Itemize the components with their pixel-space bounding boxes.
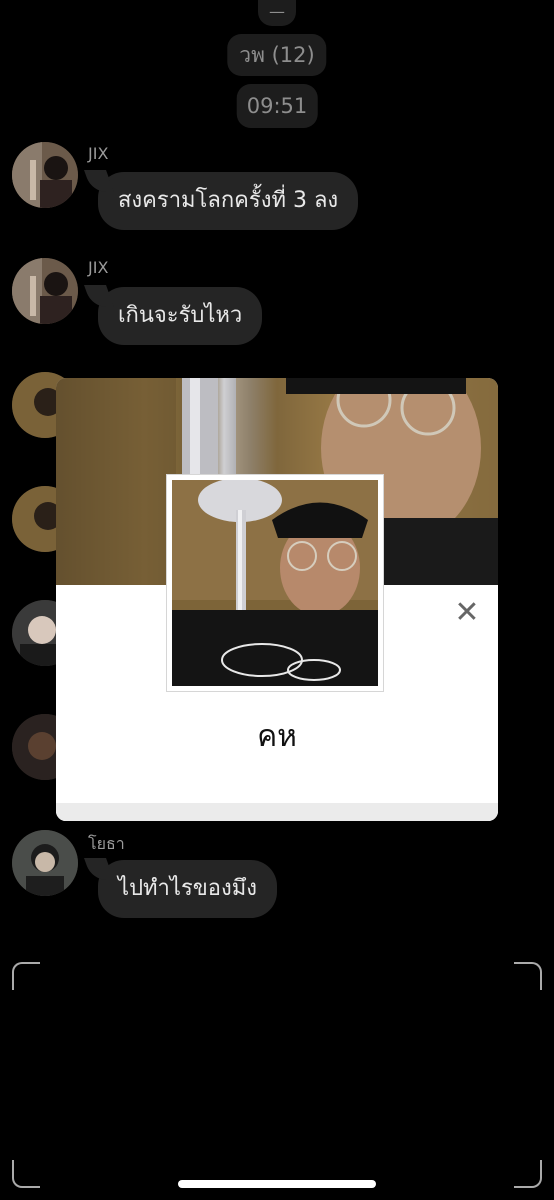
group-label: วพ (12)	[227, 34, 327, 76]
message-bubble[interactable]: สงครามโลกครั้งที่ 3 ลง	[98, 172, 359, 230]
avatar-image	[12, 142, 78, 208]
system-pill-top: —	[258, 0, 296, 26]
profile-image	[172, 478, 378, 686]
sender-name: JIX	[88, 144, 109, 163]
profile-popup: ✕ คห	[56, 378, 498, 821]
frame-corner-top-right	[514, 962, 542, 990]
popup-footer	[56, 803, 498, 821]
sender-name: โยธา	[88, 834, 125, 853]
time-label: 09:51	[236, 84, 318, 128]
home-indicator[interactable]	[178, 1180, 376, 1188]
message-bubble[interactable]: เกินจะรับไหว	[98, 287, 263, 345]
avatar-image	[12, 258, 78, 324]
profile-name: คห	[257, 719, 297, 754]
avatar[interactable]	[12, 142, 78, 208]
avatar[interactable]	[12, 258, 78, 324]
frame-corner-bottom-right	[514, 1160, 542, 1188]
sender-name: JIX	[88, 258, 109, 277]
close-icon[interactable]: ✕	[454, 598, 480, 628]
avatar[interactable]	[12, 830, 78, 896]
frame-corner-top-left	[12, 962, 40, 990]
message-bubble[interactable]: ไปทำไรของมึง	[98, 860, 278, 918]
avatar-image	[12, 830, 78, 896]
frame-corner-bottom-left	[12, 1160, 40, 1188]
profile-photo[interactable]	[166, 474, 384, 692]
